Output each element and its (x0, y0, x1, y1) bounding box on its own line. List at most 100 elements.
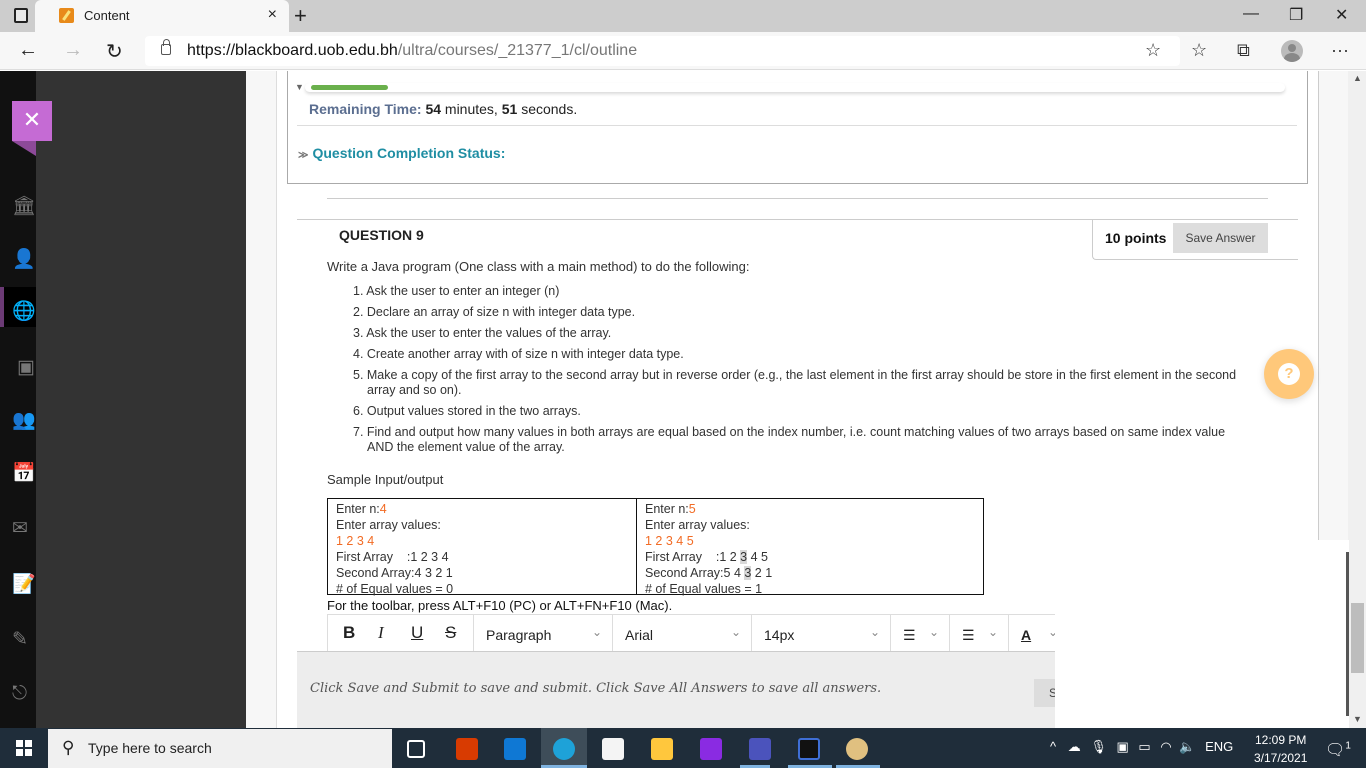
messages-mail-icon[interactable]: ✉ (12, 517, 36, 541)
scroll-up-arrow[interactable]: ▲ (1353, 73, 1362, 83)
save-answer-button[interactable]: Save Answer (1173, 223, 1268, 253)
profile-nav-icon[interactable]: 👤 (12, 248, 36, 272)
strikethrough-button[interactable]: S (445, 623, 456, 643)
sample-case-1: Enter n:4 Enter array values: 1 2 3 4 Fi… (328, 499, 637, 596)
chevron-down-icon: ⌄ (869, 625, 880, 639)
minimize-button[interactable]: — (1243, 5, 1259, 23)
sample-label: Sample Input/output (327, 472, 444, 487)
forward-button[interactable]: → (63, 39, 83, 62)
mail-icon[interactable] (504, 738, 526, 760)
tab-close-icon[interactable]: × (268, 6, 277, 24)
intellij-icon[interactable] (798, 738, 820, 760)
sample-io-table: Enter n:4 Enter array values: 1 2 3 4 Fi… (327, 498, 984, 596)
office-icon[interactable] (456, 738, 478, 760)
address-bar[interactable]: https://blackboard.uob.edu.bh/ultra/cour… (145, 36, 1180, 66)
tab-title: Content (84, 8, 130, 23)
volume-icon[interactable]: 🔈 (1179, 739, 1195, 754)
onedrive-error-icon[interactable]: ☁ (1068, 739, 1081, 754)
close-window-button[interactable]: ✕ (1335, 5, 1348, 25)
active-nav-indicator (0, 287, 4, 327)
scroll-down-arrow[interactable]: ▼ (1353, 714, 1362, 724)
activity-globe-icon[interactable]: 🌐 (12, 300, 36, 324)
add-favorite-icon[interactable]: ☆ (1145, 40, 1161, 61)
back-button[interactable]: ← (18, 39, 38, 62)
battery-icon[interactable]: ▭ (1138, 739, 1150, 754)
institution-icon[interactable]: 🏛 (12, 195, 36, 219)
pencil-favicon-icon (59, 8, 74, 23)
time-progress-bar (305, 83, 1285, 92)
content-left-gutter (246, 71, 277, 728)
italic-button[interactable]: I (378, 623, 384, 643)
font-family-select[interactable]: Arial ⌄ (612, 615, 751, 652)
teams-icon[interactable] (749, 738, 771, 760)
text-color-icon: A (1021, 627, 1032, 643)
url-text[interactable]: https://blackboard.uob.edu.bh/ultra/cour… (187, 42, 637, 60)
overlay-pane-edge (1346, 552, 1349, 716)
paint-icon[interactable] (846, 738, 868, 760)
editor-toolbar: B I U S Paragraph⌄ Arial⌄ 14px⌄ ☰⌄ ☰⌄ A⌄ (327, 614, 1056, 652)
courses-icon[interactable]: ▣ (17, 356, 41, 380)
navigation-panel (36, 71, 246, 728)
profile-icon[interactable] (1281, 40, 1303, 62)
question-steps: 1. Ask the user to enter an integer (n) … (353, 284, 1243, 461)
taskbar-clock[interactable]: 12:09 PM 3/17/2021 (1254, 731, 1307, 767)
task-view-icon[interactable] (407, 740, 425, 758)
question-completion-status-toggle[interactable]: ≫ Question Completion Status: (298, 145, 505, 161)
new-tab-button[interactable]: + (294, 3, 307, 29)
grades-icon[interactable]: 📝 (12, 573, 36, 597)
calendar-icon[interactable]: 📅 (12, 462, 36, 486)
language-indicator[interactable]: ENG (1205, 739, 1233, 754)
bullet-list-icon: ☰ (903, 627, 916, 643)
numbered-list-button[interactable]: ☰ ⌄ (949, 615, 1008, 652)
scrollbar-thumb[interactable] (1351, 603, 1364, 673)
close-panel-button[interactable]: ✕ (12, 101, 52, 141)
double-chevron-down-icon: ≫ (298, 150, 309, 161)
collections-icon[interactable]: ⧉ (1237, 40, 1250, 61)
text-color-button[interactable]: A⌄ (1008, 615, 1056, 652)
tools-edit-icon[interactable]: ✎ (12, 628, 36, 652)
chevron-down-icon: ⌄ (987, 625, 998, 639)
step-item: 4. Create another array with of size n w… (353, 347, 684, 361)
timer-divider (297, 125, 1297, 126)
question-intro: Write a Java program (One class with a m… (327, 259, 750, 274)
toolbar-hint: For the toolbar, press ALT+F10 (PC) or A… (327, 598, 673, 613)
font-size-select[interactable]: 14px ⌄ (751, 615, 890, 652)
more-icon[interactable]: ··· (1331, 40, 1349, 61)
bullet-list-button[interactable]: ☰ ⌄ (890, 615, 949, 652)
bold-button[interactable]: B (343, 623, 355, 643)
organizations-icon[interactable]: 👥 (12, 409, 36, 433)
help-button[interactable]: ? (1264, 349, 1314, 399)
edge-browser-icon[interactable] (553, 738, 575, 760)
show-hidden-icons[interactable]: ^ (1050, 739, 1056, 754)
chevron-down-icon: ⌄ (591, 625, 602, 639)
refresh-button[interactable]: ↻ (106, 39, 123, 64)
meet-now-icon[interactable]: ▣ (1117, 739, 1129, 754)
restore-button[interactable]: ❐ (1289, 5, 1303, 25)
question-points: 10 points (1105, 230, 1167, 246)
sign-out-icon[interactable]: ⎋ (12, 682, 36, 706)
save-all-answers-button[interactable]: S (1034, 679, 1055, 707)
browser-title-bar: Content × + — ❐ ✕ (0, 0, 1366, 32)
lock-icon[interactable] (161, 39, 171, 55)
microphone-icon[interactable]: 🎙 (1090, 739, 1107, 754)
browser-tab[interactable]: Content × (35, 0, 289, 32)
taskbar-search-box[interactable]: ⚲ Type here to search (48, 729, 392, 768)
wifi-icon[interactable]: ◠ (1160, 739, 1171, 754)
chevron-down-icon: ⌄ (730, 625, 741, 639)
collapse-timer-icon[interactable]: ▼ (295, 82, 304, 92)
jetbrains-toolbox-icon[interactable] (700, 738, 722, 760)
notifications-icon[interactable]: 🗨1 (1325, 740, 1351, 760)
remaining-time: Remaining Time: 54 minutes, 51 seconds. (309, 101, 578, 117)
file-explorer-icon[interactable] (651, 738, 673, 760)
search-placeholder: Type here to search (88, 740, 212, 756)
system-tray: ^ ☁ 🎙 ▣ ▭ ◠ 🔈 ENG (1050, 739, 1233, 755)
tab-actions-icon[interactable] (14, 8, 28, 23)
windows-start-icon[interactable] (16, 740, 32, 756)
step-item: 2. Declare an array of size n with integ… (353, 305, 636, 319)
microsoft-store-icon[interactable] (602, 738, 624, 760)
favorites-icon[interactable]: ☆ (1191, 40, 1207, 61)
search-icon: ⚲ (62, 738, 75, 757)
paragraph-format-select[interactable]: Paragraph ⌄ (473, 615, 612, 652)
underline-button[interactable]: U (411, 623, 423, 643)
question-mark-icon: ? (1278, 363, 1300, 385)
